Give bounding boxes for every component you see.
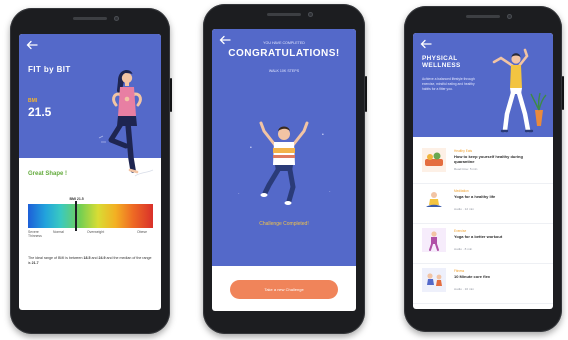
front-camera bbox=[114, 16, 119, 21]
list-item[interactable]: Meditation Yoga for a healthy life Audio… bbox=[413, 184, 553, 224]
article-meta: Audio · 12 min bbox=[454, 207, 474, 211]
pre-heading: YOU HAVE COMPLETED bbox=[263, 41, 305, 45]
back-arrow-icon[interactable] bbox=[420, 39, 432, 49]
scale-tick-severe-thinness: Severe Thinness bbox=[28, 230, 42, 238]
page-title: FIT by BIT bbox=[28, 65, 71, 74]
bmi-label: BMI bbox=[28, 98, 38, 104]
list-item[interactable]: Exercise Yoga for a better workout Audio… bbox=[413, 224, 553, 264]
power-button bbox=[365, 76, 367, 112]
list-item[interactable]: Healthy Eats How to keep yourself health… bbox=[413, 144, 553, 184]
range-high: 24.9 bbox=[98, 256, 106, 260]
page-title: PHYSICAL WELLNESS bbox=[422, 55, 461, 70]
sparkle-icon: • bbox=[250, 145, 252, 151]
challenge-completed-text: Challenge Completed! bbox=[259, 221, 309, 227]
front-camera bbox=[308, 12, 313, 17]
challenge-name: WALK 10K STEPS bbox=[268, 69, 300, 73]
wellness-screen: PHYSICAL WELLNESS Achieve a balanced lif… bbox=[413, 33, 553, 309]
bmi-color-scale bbox=[28, 204, 153, 228]
new-challenge-button[interactable]: Take a new Challenge bbox=[230, 280, 338, 299]
article-meta: Audio · 8 min bbox=[454, 247, 473, 251]
phone-congratulations: YOU HAVE COMPLETED CONGRATULATIONS! WALK… bbox=[203, 4, 367, 334]
front-camera bbox=[507, 14, 512, 19]
stretching-person-illustration bbox=[492, 48, 547, 133]
speaker-grille bbox=[73, 17, 107, 20]
article-title: Yoga for a healthy life bbox=[454, 194, 496, 199]
power-button bbox=[170, 78, 172, 112]
bmi-screen: FIT by BIT BMI 21.5 Great Shape ! BMI 21… bbox=[19, 34, 161, 310]
speaker-grille bbox=[267, 13, 301, 16]
current-bmi-marker-label: BMI 21.5 bbox=[69, 197, 84, 201]
phone-physical-wellness: PHYSICAL WELLNESS Achieve a balanced lif… bbox=[404, 6, 564, 332]
power-button bbox=[562, 76, 564, 110]
healthy-food-thumbnail bbox=[422, 148, 446, 172]
scale-tick-obese: Obese bbox=[137, 230, 147, 234]
article-title: Yoga for a better workout bbox=[454, 234, 503, 239]
article-meta: Read time: 5 min bbox=[454, 167, 478, 171]
range-low: 18.5 bbox=[83, 256, 91, 260]
article-category: Exercise bbox=[454, 229, 467, 233]
article-title: 10 Minute core flex bbox=[454, 274, 491, 279]
bmi-status: Great Shape ! bbox=[28, 171, 68, 177]
article-category: Healthy Eats bbox=[454, 149, 473, 153]
wellness-description: Achieve a balanced lifestyle through exe… bbox=[422, 77, 475, 91]
phone-fit-by-bit: FIT by BIT BMI 21.5 Great Shape ! BMI 21… bbox=[10, 8, 172, 334]
scale-tick-overweight: Overweight bbox=[87, 230, 105, 234]
yoga-woman-illustration bbox=[98, 70, 154, 177]
sparkle-icon: • bbox=[322, 132, 324, 138]
range-median: 21.7 bbox=[31, 260, 39, 265]
back-arrow-icon[interactable] bbox=[26, 40, 38, 50]
list-item[interactable]: Fitness 10 Minute core flex Audio · 10 m… bbox=[413, 264, 553, 304]
article-meta: Audio · 10 min bbox=[454, 287, 474, 291]
sparkle-icon: · bbox=[238, 191, 240, 197]
meditation-thumbnail bbox=[422, 188, 446, 212]
sparkle-icon: · bbox=[329, 189, 331, 195]
scale-tick-normal: Normal bbox=[53, 230, 64, 234]
workout-thumbnail bbox=[422, 268, 446, 292]
congratulations-screen: YOU HAVE COMPLETED CONGRATULATIONS! WALK… bbox=[212, 29, 356, 311]
bmi-indicator-marker bbox=[74, 201, 77, 231]
article-category: Fitness bbox=[454, 269, 465, 273]
bmi-value: 21.5 bbox=[28, 105, 52, 119]
speaker-grille bbox=[466, 15, 500, 18]
note-prefix: The ideal range of BMI is between bbox=[28, 256, 83, 260]
yoga-pose-thumbnail bbox=[422, 228, 446, 252]
article-title: How to keep yourself healthy during quar… bbox=[454, 154, 523, 164]
bmi-range-note: The ideal range of BMI is between 18.5 a… bbox=[28, 256, 152, 265]
article-category: Meditation bbox=[454, 189, 469, 193]
congratulations-heading: CONGRATULATIONS! bbox=[228, 48, 340, 59]
celebrating-person-illustration bbox=[259, 121, 309, 205]
